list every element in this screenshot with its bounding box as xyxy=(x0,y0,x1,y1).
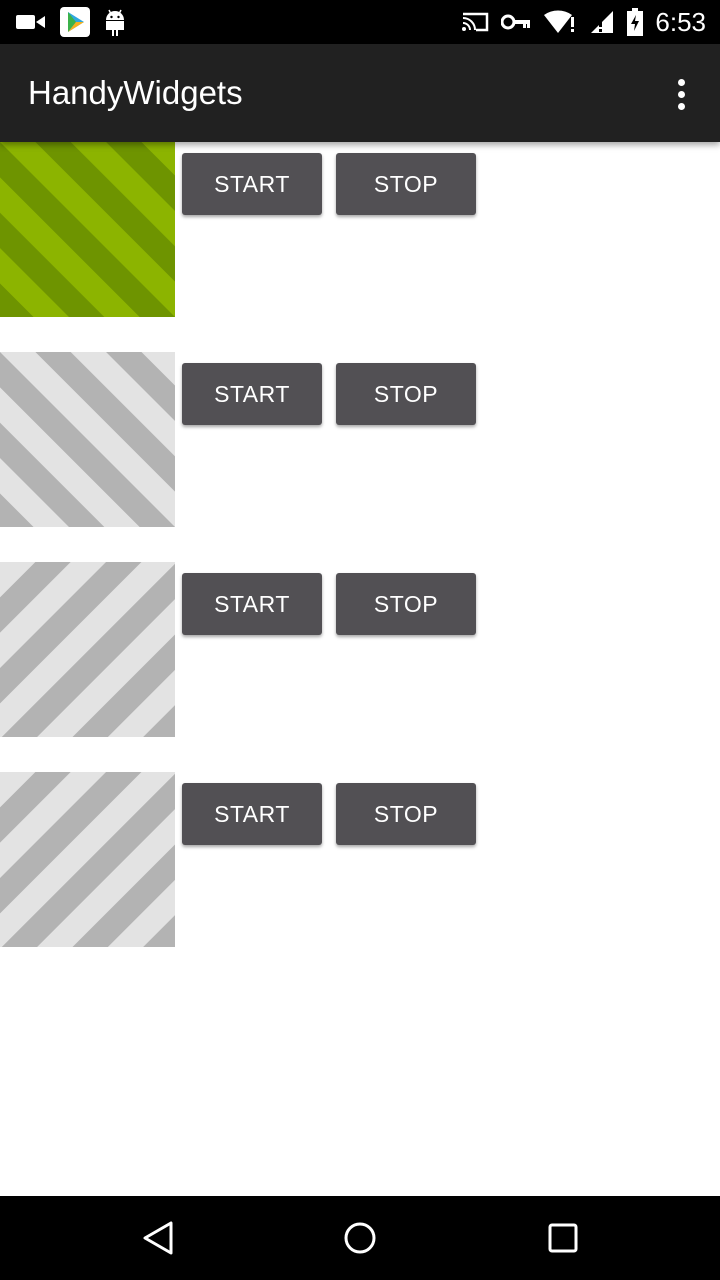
stop-button[interactable]: STOP xyxy=(336,783,476,845)
start-button[interactable]: START xyxy=(182,153,322,215)
wifi-icon xyxy=(543,9,577,35)
cast-icon xyxy=(461,11,489,33)
stop-button[interactable]: STOP xyxy=(336,573,476,635)
status-left-icons xyxy=(16,0,126,44)
overflow-dot xyxy=(677,78,685,86)
back-icon[interactable] xyxy=(136,1216,180,1260)
stripe-image-green xyxy=(0,142,175,317)
widget-row: START STOP xyxy=(0,772,720,948)
overflow-dot xyxy=(677,102,685,110)
stop-button[interactable]: STOP xyxy=(336,153,476,215)
recents-icon[interactable] xyxy=(541,1216,585,1260)
app-bar: HandyWidgets xyxy=(0,44,720,142)
more-vert-icon[interactable] xyxy=(666,74,696,114)
widget-row: START STOP xyxy=(0,562,720,738)
battery-icon xyxy=(627,8,644,36)
stripe-image-gray xyxy=(0,352,175,527)
widget-row: START STOP xyxy=(0,142,720,318)
start-button[interactable]: START xyxy=(182,783,322,845)
app-title: HandyWidgets xyxy=(28,74,243,111)
stop-button[interactable]: STOP xyxy=(336,363,476,425)
signal-icon xyxy=(589,9,615,35)
navigation-bar xyxy=(0,1196,720,1280)
stripe-image-gray xyxy=(0,772,175,947)
start-button[interactable]: START xyxy=(182,573,322,635)
status-bar: 6:53 xyxy=(0,0,720,44)
vpn-key-icon xyxy=(501,13,531,31)
status-time: 6:53 xyxy=(655,6,706,37)
home-icon[interactable] xyxy=(338,1216,382,1260)
android-icon xyxy=(104,8,126,36)
widget-row: START STOP xyxy=(0,352,720,528)
stripe-image-gray xyxy=(0,562,175,737)
play-store-icon xyxy=(60,7,90,37)
overflow-dot xyxy=(677,90,685,98)
widget-list: START STOP START STOP START STOP START S… xyxy=(0,142,720,1196)
videocam-icon xyxy=(16,13,46,31)
status-right-icons: 6:53 xyxy=(461,0,706,44)
start-button[interactable]: START xyxy=(182,363,322,425)
